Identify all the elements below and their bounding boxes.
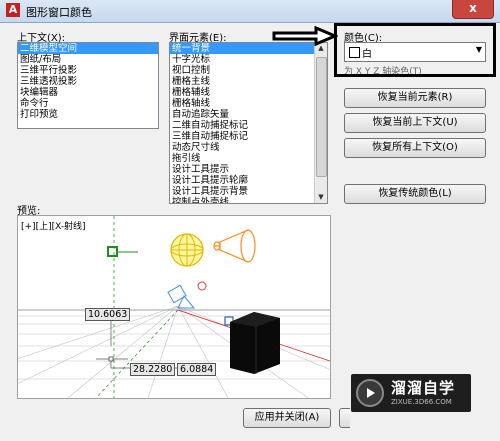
camera-icon <box>167 281 207 309</box>
sun-light-icon <box>170 233 204 267</box>
scroll-thumb[interactable] <box>316 57 327 177</box>
interface-element-list-item[interactable]: 三维自动捕捉标记 <box>170 131 327 142</box>
interface-element-list-item[interactable]: 拖引线 <box>170 153 327 164</box>
apply-and-close-button[interactable]: 应用并关闭(A) <box>243 408 331 428</box>
title-bar: A 图形窗口颜色 x <box>0 0 500 23</box>
interface-element-list-item[interactable]: 控制点外壳线 <box>170 197 327 203</box>
viewport-label: [+][上][X-射线] <box>21 222 86 232</box>
preview-panel: [+][上][X-射线] 10.6063 28.2280 6.0884 <box>17 215 331 399</box>
autocad-app-icon: A <box>6 3 20 17</box>
cancel-button-partial[interactable] <box>339 408 350 428</box>
context-list-item[interactable]: 二维模型空间 <box>18 43 158 54</box>
black-cube <box>230 312 280 374</box>
interface-element-list-item[interactable]: 十字光标 <box>170 54 327 65</box>
restore-current-element-button[interactable]: 恢复当前元素(R) <box>344 88 486 108</box>
interface-element-list-item[interactable]: 二维自动捕捉标记 <box>170 120 327 131</box>
interface-element-list-item[interactable]: 设计工具提示 <box>170 164 327 175</box>
scroll-down-arrow-icon[interactable]: ▼ <box>315 192 327 203</box>
context-list-item[interactable]: 打印预览 <box>18 109 158 120</box>
interface-element-list-item[interactable]: 动态尺寸线 <box>170 142 327 153</box>
play-logo-icon <box>356 379 384 407</box>
spotlight-icon <box>213 229 256 263</box>
annotation-highlight-box <box>334 23 496 77</box>
restore-current-context-button[interactable]: 恢复当前上下文(U) <box>344 113 486 133</box>
context-listbox[interactable]: 二维模型空间 图纸/布局 三维平行投影 三维透视投影 块编辑器 命令行 打印预览 <box>17 42 159 129</box>
restore-classic-colors-button[interactable]: 恢复传统颜色(L) <box>344 184 486 204</box>
perspective-grid <box>18 305 330 398</box>
interface-element-listbox[interactable]: 统一背景 十字光标 视口控制 栅格主线 栅格辅线 栅格轴线 自动追踪矢量 二维自动捕捉标记 三维… <box>169 42 328 204</box>
interface-element-list-item[interactable]: 栅格主线 <box>170 76 327 87</box>
close-button[interactable]: x <box>452 0 494 19</box>
annotation-arrow-icon <box>272 26 338 46</box>
watermark-logo: 溜溜自学 ZIXUE.3D66.COM <box>351 374 471 412</box>
context-list-item[interactable]: 图纸/布局 <box>18 54 158 65</box>
interface-element-list-item[interactable]: 视口控制 <box>170 65 327 76</box>
context-list-item[interactable]: 块编辑器 <box>18 87 158 98</box>
interface-element-list-item[interactable]: 自动追踪矢量 <box>170 109 327 120</box>
grip-square-icon <box>107 246 118 257</box>
context-list-item[interactable]: 三维平行投影 <box>18 65 158 76</box>
window-title: 图形窗口颜色 <box>26 6 92 19</box>
restore-all-contexts-button[interactable]: 恢复所有上下文(O) <box>344 138 486 158</box>
watermark-title: 溜溜自学 <box>391 379 456 397</box>
interface-element-list-item[interactable]: 设计工具提示背景 <box>170 186 327 197</box>
watermark-subtitle: ZIXUE.3D66.COM <box>391 398 452 406</box>
interface-element-list-item[interactable]: 栅格辅线 <box>170 87 327 98</box>
dimension-tooltip-3: 6.0884 <box>177 363 217 376</box>
context-list-item[interactable]: 三维透视投影 <box>18 76 158 87</box>
interface-element-list-item[interactable]: 设计工具提示轮廓 <box>170 175 327 186</box>
interface-list-scrollbar[interactable]: ▲ ▼ <box>314 43 327 203</box>
context-list-item[interactable]: 命令行 <box>18 98 158 109</box>
dimension-tooltip-2: 28.2280 <box>130 363 176 376</box>
dimension-tooltip-1: 10.6063 <box>85 308 131 321</box>
interface-element-list-item[interactable]: 栅格轴线 <box>170 98 327 109</box>
dimension-lines <box>96 314 198 369</box>
y-axis-diagonal-line <box>95 309 179 398</box>
